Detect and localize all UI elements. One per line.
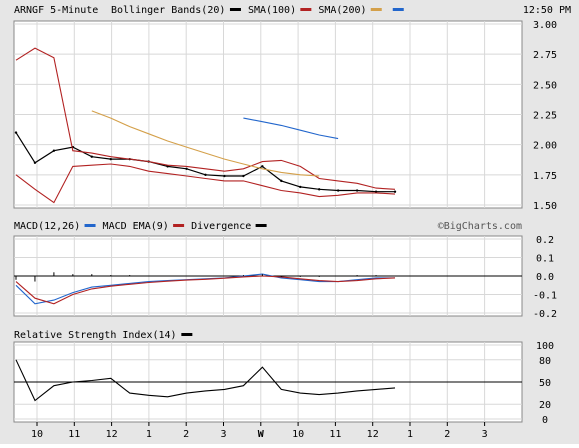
- legend-swatch-3: [392, 8, 404, 11]
- legend-label-0: Bollinger Bands(20): [111, 5, 225, 16]
- legend-swatch-0: [229, 8, 241, 11]
- x-tick-label: 1: [146, 429, 152, 440]
- legend-label-0: MACD(12,26): [14, 221, 80, 232]
- price-legend: Bollinger Bands(20) SMA(100) SMA(200): [111, 5, 404, 16]
- price-point: [318, 188, 321, 191]
- price-point: [109, 157, 112, 161]
- rsi-legend: Relative Strength Index(14): [14, 330, 193, 341]
- price-point: [299, 185, 302, 189]
- macd-y-tick-label: 0.1: [536, 254, 554, 265]
- macd-panel: 0.2 0.1 0.0 -0.1 -0.2: [13, 235, 557, 320]
- price-y-tick-label: 1.50: [533, 201, 557, 212]
- x-tick-label: 1: [407, 429, 413, 440]
- x-tick-label: 11: [329, 429, 341, 440]
- price-point: [223, 174, 226, 178]
- legend-label-1: SMA(100): [248, 5, 296, 16]
- price-point: [336, 189, 340, 192]
- price-y-tick-label: 2.00: [533, 141, 557, 152]
- legend-swatch-0: [181, 333, 193, 336]
- price-point: [185, 167, 188, 170]
- chart-canvas: ARNGF 5-Minute Bollinger Bands(20) SMA(10…: [0, 0, 579, 444]
- legend-swatch-0: [84, 224, 96, 227]
- macd-y-tick-label: -0.1: [533, 291, 557, 302]
- legend-label-0: Relative Strength Index(14): [14, 330, 177, 341]
- price-y-tick-label: 3.00: [533, 20, 557, 31]
- price-point: [261, 165, 264, 168]
- price-point: [280, 179, 283, 183]
- rsi-panel: 100 80 50 20 0: [13, 341, 554, 426]
- x-tick-label: 2: [183, 429, 189, 440]
- macd-y-tick-label: 0.0: [536, 272, 554, 283]
- price-y-tick-label: 1.75: [533, 171, 557, 182]
- price-point: [14, 131, 18, 134]
- price-point: [90, 155, 94, 158]
- x-tick-label: 2: [444, 429, 450, 440]
- legend-label-2: SMA(200): [318, 5, 366, 16]
- price-point: [204, 173, 207, 177]
- macd-legend: MACD(12,26) MACD EMA(9) Divergence: [14, 221, 267, 232]
- x-tick-label: W: [258, 429, 265, 440]
- x-tick-label: 10: [31, 429, 43, 440]
- x-tick-label: 12: [367, 429, 379, 440]
- legend-swatch-1: [173, 224, 185, 227]
- macd-y-tick-label: -0.2: [533, 309, 557, 320]
- macd-y-tick-label: 0.2: [536, 235, 554, 246]
- price-point: [393, 190, 397, 193]
- price-point: [242, 174, 245, 178]
- rsi-y-tick-label: 100: [536, 341, 554, 352]
- price-point: [52, 149, 56, 152]
- watermark: ©BigCharts.com: [438, 221, 522, 232]
- legend-label-1: MACD EMA(9): [103, 221, 169, 232]
- x-tick-label: 10: [292, 429, 304, 440]
- stock-chart: ARNGF 5-Minute Bollinger Bands(20) SMA(10…: [0, 0, 579, 444]
- legend-swatch-2: [370, 8, 382, 11]
- rsi-y-tick-label: 50: [539, 378, 551, 389]
- rsi-y-tick-label: 20: [539, 400, 551, 411]
- legend-swatch-1: [300, 8, 312, 11]
- legend-label-2: Divergence: [191, 221, 251, 232]
- x-tick-label: 12: [106, 429, 118, 440]
- rsi-y-tick-label: 80: [539, 356, 551, 367]
- price-y-tick-label: 2.50: [533, 80, 557, 91]
- price-y-tick-label: 2.25: [533, 111, 557, 122]
- legend-swatch-2: [255, 224, 267, 227]
- price-panel: 3.00 2.75 2.50 2.25 2.00 1.75 1.50: [13, 20, 557, 212]
- price-y-tick-label: 2.75: [533, 50, 557, 61]
- x-tick-label: 3: [220, 429, 226, 440]
- price-point: [33, 161, 37, 164]
- x-tick-label: 3: [482, 429, 488, 440]
- rsi-y-tick-label: 0: [542, 415, 548, 426]
- symbol-label: ARNGF 5-Minute: [14, 5, 98, 16]
- time-label: 12:50 PM: [523, 5, 571, 16]
- price-point: [355, 189, 359, 192]
- x-tick-label: 11: [68, 429, 80, 440]
